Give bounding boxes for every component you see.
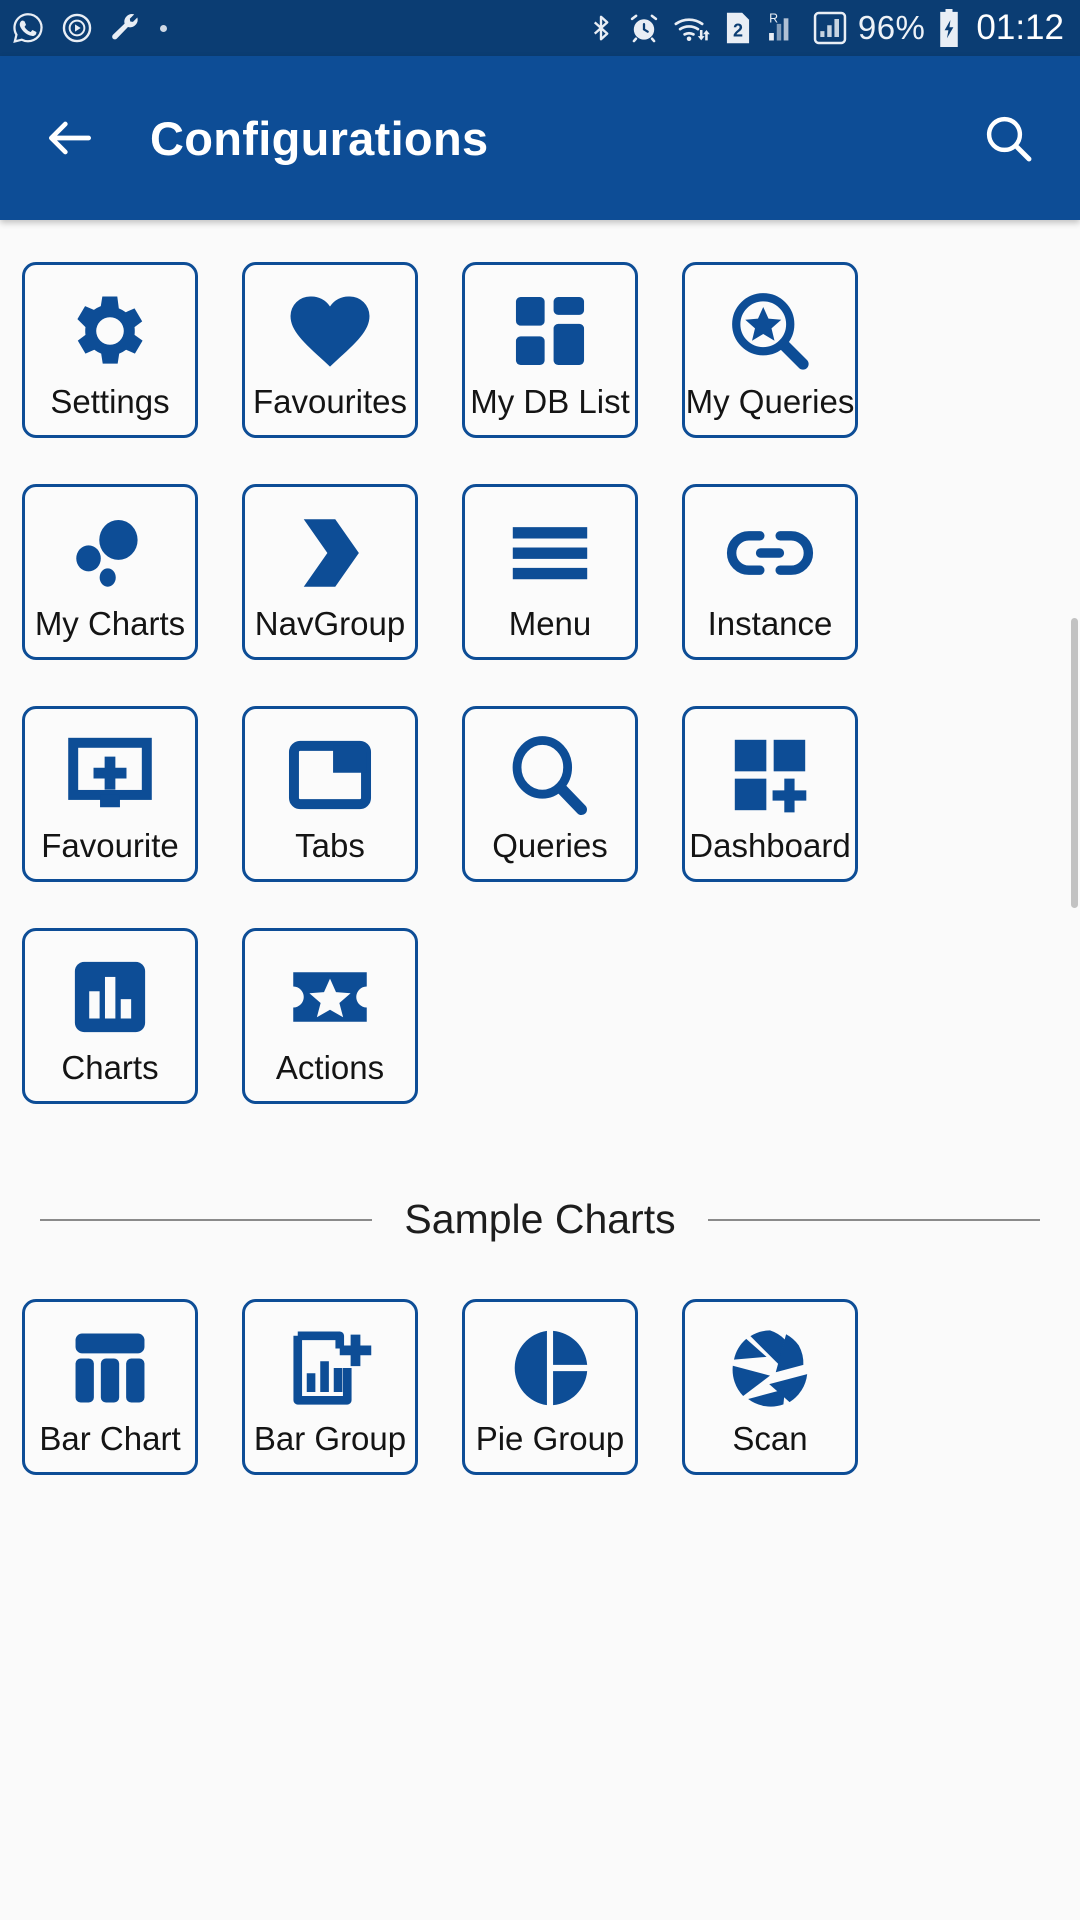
configurations-grid: Settings Favourites My DB List My Querie… [0,262,1080,1104]
bar-chart-filled-icon [67,949,153,1045]
dashboard-tiles-icon [507,283,593,379]
tile-menu[interactable]: Menu [462,484,638,660]
gear-icon [64,283,156,379]
monitor-plus-icon [64,727,156,823]
tile-label: NavGroup [254,604,406,642]
tile-label: Favourites [252,382,408,420]
ticket-star-icon [285,949,375,1045]
wrench-icon [108,11,142,45]
tile-my-charts[interactable]: My Charts [22,484,198,660]
chevron-right-icon [285,505,375,601]
hamburger-icon [503,505,597,601]
tile-pie-group[interactable]: Pie Group [462,1299,638,1475]
sample-charts-section-header: Sample Charts [40,1196,1041,1243]
tile-instance[interactable]: Instance [682,484,858,660]
tile-my-db-list[interactable]: My DB List [462,262,638,438]
tile-label: Pie Group [475,1419,625,1457]
divider-right [707,1218,1041,1221]
sample-charts-grid: Bar Chart Bar Group Pie Group Scan [0,1299,1080,1475]
battery-percent-label: 96% [857,9,926,46]
roaming-signal-icon: R [764,10,802,46]
tab-folder-icon [284,727,376,823]
alarm-icon [627,11,661,45]
tile-label: My Charts [34,604,186,642]
clock-label: 01:12 [976,8,1064,47]
play-circle-icon [60,11,94,45]
tile-scan[interactable]: Scan [682,1299,858,1475]
tile-label: Menu [508,604,592,642]
magnifier-star-icon [725,283,815,379]
heart-icon [284,283,376,379]
bar-chart-columns-icon [66,1320,154,1416]
signal-icon [813,10,847,46]
svg-text:R: R [769,11,778,25]
tile-label: Settings [50,382,170,420]
tile-settings[interactable]: Settings [22,262,198,438]
tile-queries[interactable]: Queries [462,706,638,882]
tile-label: Charts [61,1048,159,1086]
content-scroll-area[interactable]: Settings Favourites My DB List My Querie… [0,220,1080,1920]
page-title: Configurations [150,111,489,165]
tile-favourites[interactable]: Favourites [242,262,418,438]
section-title: Sample Charts [404,1196,676,1242]
tile-charts[interactable]: Charts [22,928,198,1104]
status-bar-left-icons [10,10,167,46]
app-bar: Configurations [0,56,1080,220]
dot-icon [160,24,167,32]
tile-bar-chart[interactable]: Bar Chart [22,1299,198,1475]
tile-label: Actions [275,1048,385,1086]
tile-label: Queries [492,826,608,864]
tile-dashboard[interactable]: Dashboard [682,706,858,882]
status-bar-right-icons: 2 R 96% 01:12 [586,8,1064,48]
bluetooth-icon [586,10,616,46]
tile-label: Dashboard [689,826,851,864]
sim2-icon: 2 [723,10,753,46]
tile-bar-group[interactable]: Bar Group [242,1299,418,1475]
bar-chart-plus-icon [285,1320,375,1416]
tile-label: Tabs [295,826,365,864]
tile-tabs[interactable]: Tabs [242,706,418,882]
wifi-icon [672,11,712,45]
tile-my-queries[interactable]: My Queries [682,262,858,438]
search-icon[interactable] [980,110,1036,166]
tile-label: Scan [732,1419,808,1457]
tile-actions[interactable]: Actions [242,928,418,1104]
tile-navgroup[interactable]: NavGroup [242,484,418,660]
pie-chart-icon [504,1320,596,1416]
aperture-icon [724,1320,816,1416]
tile-favourite[interactable]: Favourite [22,706,198,882]
tile-label: Bar Group [253,1419,407,1457]
tile-label: My Queries [685,382,855,420]
svg-text:2: 2 [733,20,743,40]
magnifier-icon [504,727,596,823]
divider-left [40,1218,373,1221]
whatsapp-icon [10,10,46,46]
grid-plus-icon [726,727,814,823]
status-bar: 2 R 96% 01:12 [0,0,1080,56]
back-arrow-icon[interactable] [42,110,98,166]
link-icon [723,505,817,601]
tile-label: Instance [707,604,833,642]
tile-label: My DB List [470,382,630,420]
vertical-scrollbar[interactable] [1071,618,1078,908]
bubble-chart-icon [64,505,156,601]
battery-charging-icon [936,9,962,47]
tile-label: Bar Chart [39,1419,181,1457]
tile-label: Favourite [41,826,179,864]
